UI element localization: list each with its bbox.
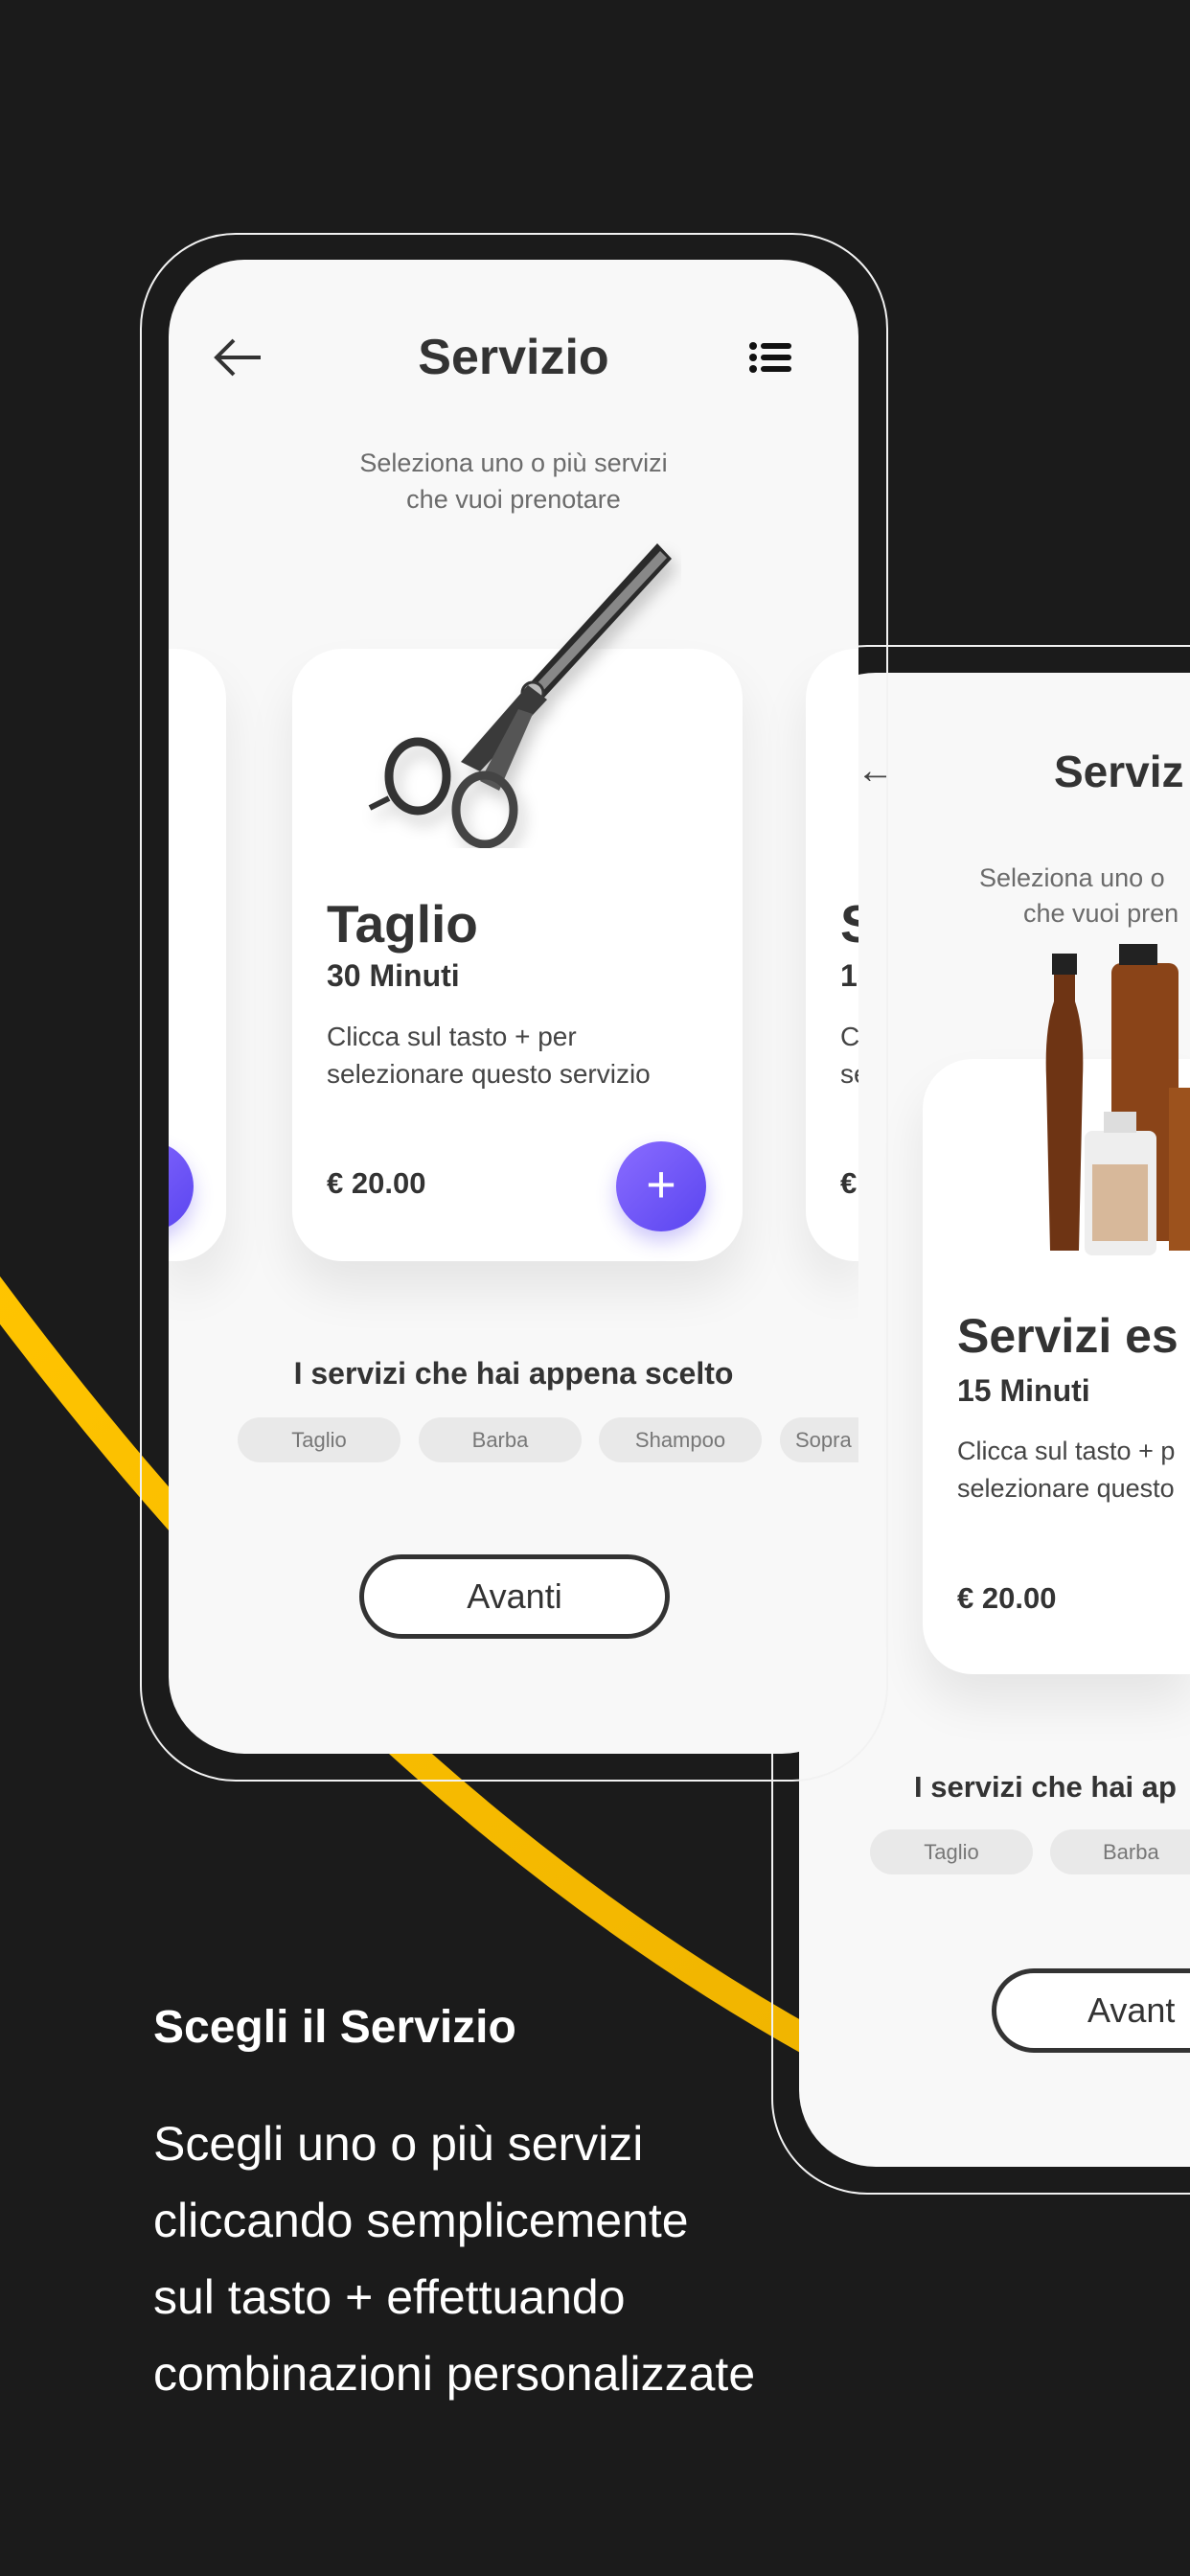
service-description: Clicca sul tasto + p (957, 1437, 1176, 1465)
service-description: C (840, 1022, 858, 1051)
service-duration: 15 Minuti (957, 1373, 1090, 1408)
phone-screen-1: Servizio Seleziona uno o più servizi che… (169, 260, 858, 1754)
chip-barba[interactable]: Barba (419, 1417, 582, 1462)
caption-line: sul tasto + effettuando (153, 2270, 626, 2324)
chip-shampoo[interactable]: Shampoo (599, 1417, 762, 1462)
prev-service-card[interactable] (169, 649, 226, 1261)
scissors-image (368, 543, 672, 848)
next-button[interactable]: Avanti (359, 1554, 670, 1639)
chip-taglio[interactable]: Taglio (238, 1417, 400, 1462)
service-description: Clicca sul tasto + per (327, 1022, 577, 1051)
service-description: se (840, 1059, 858, 1089)
shampoo-bottles-image (1045, 944, 1190, 1255)
service-duration: 15 (840, 958, 858, 993)
next-button[interactable]: Avant (992, 1968, 1190, 2053)
next-service-card[interactable]: S 15 C se € (806, 649, 858, 1261)
subtitle-line: Seleziona uno o (979, 863, 1165, 892)
service-name: S (840, 894, 858, 954)
subtitle-line: Seleziona uno o più servizi (359, 448, 668, 477)
chosen-services-title: I servizi che hai appena scelto (293, 1356, 734, 1391)
caption-line: Scegli uno o più servizi (153, 2117, 644, 2171)
list-icon[interactable] (749, 342, 791, 373)
caption-body: Scegli uno o più servizi cliccando sempl… (153, 2105, 755, 2412)
chip-barba[interactable]: Barba (1050, 1829, 1190, 1874)
caption-heading: Scegli il Servizio (153, 2002, 516, 2053)
service-price: € 20.00 (957, 1581, 1057, 1615)
subtitle-line: che vuoi pren (1023, 899, 1179, 928)
caption-line: combinazioni personalizzate (153, 2347, 756, 2401)
chip-sopra[interactable]: Sopra (780, 1417, 858, 1462)
service-description: selezionare questo servizio (327, 1059, 651, 1089)
service-price: € (840, 1166, 858, 1200)
service-price: € 20.00 (327, 1166, 426, 1200)
service-name: Servizi es (957, 1309, 1179, 1363)
chip-taglio[interactable]: Taglio (870, 1829, 1033, 1874)
caption-line: cliccando semplicemente (153, 2194, 689, 2247)
chosen-services-title: I servizi che hai ap (914, 1770, 1177, 1804)
add-service-button[interactable] (169, 1141, 194, 1231)
service-duration: 30 Minuti (327, 958, 460, 993)
add-service-button[interactable]: + (616, 1141, 706, 1231)
service-name: Taglio (327, 894, 478, 954)
service-description: selezionare questo (957, 1474, 1175, 1503)
page-title: Serviz (1054, 747, 1184, 796)
subtitle-line: che vuoi prenotare (406, 485, 621, 514)
